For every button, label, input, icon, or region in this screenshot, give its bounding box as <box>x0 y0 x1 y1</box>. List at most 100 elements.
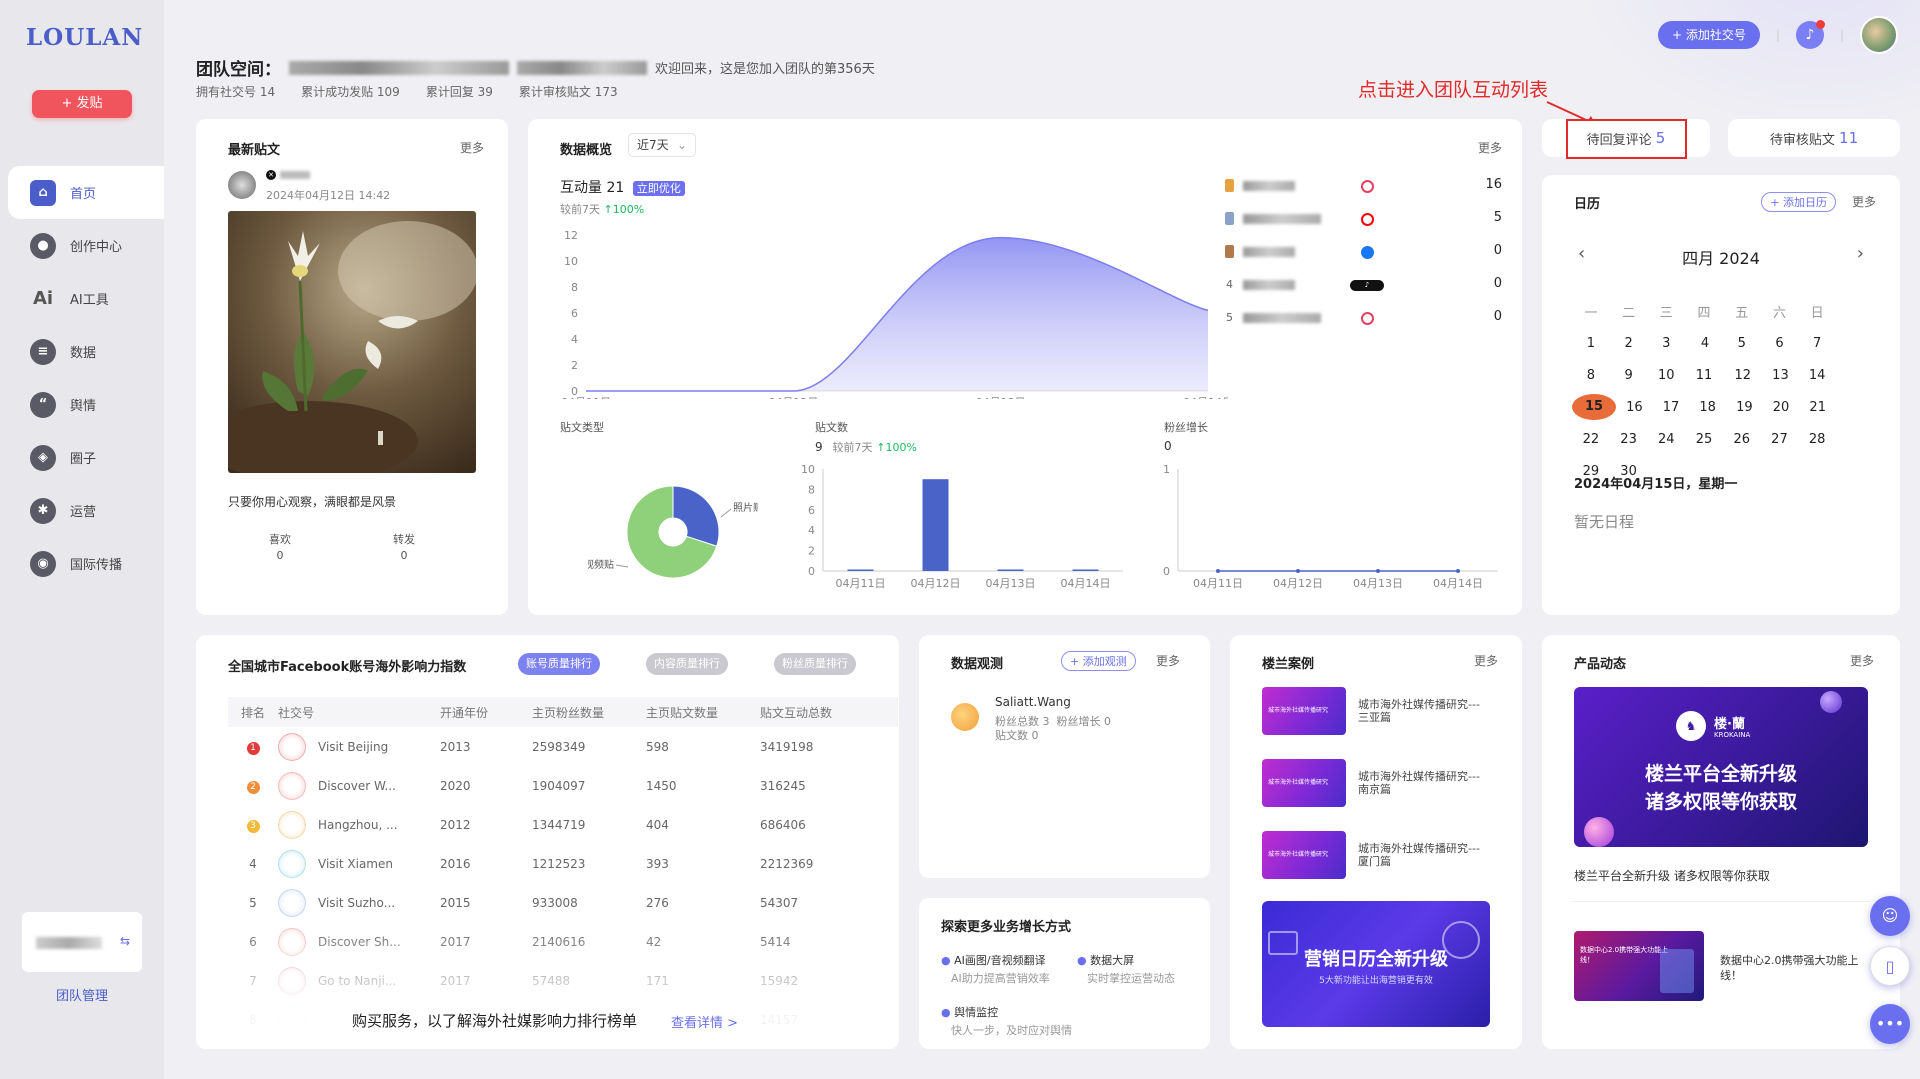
author-avatar[interactable] <box>228 171 256 199</box>
more-link[interactable]: 更多 <box>460 139 484 156</box>
calendar-day[interactable]: 25 <box>1685 432 1723 447</box>
sidebar-item-circle[interactable]: ◈ 圈子 <box>8 431 164 484</box>
screen-graphic <box>1660 949 1694 993</box>
observe-avatar[interactable] <box>951 703 979 731</box>
calendar-upgrade-banner[interactable]: 营销日历全新升级 5大新功能让出海营销更有效 <box>1262 901 1490 1027</box>
tab-content-quality[interactable]: 内容质量排行 <box>646 653 728 675</box>
sidebar-nav: ⌂ 首页 ● 创作中心 Ai AI工具 ≡ 数据 “ 舆情 ◈ 圈子 ✱ 运营 … <box>8 166 164 590</box>
ranking-row[interactable]: 5 <box>1218 210 1508 232</box>
sidebar-item-data[interactable]: ≡ 数据 <box>8 325 164 378</box>
period-value: 近7天 <box>637 138 669 152</box>
calendar-day[interactable]: 7 <box>1798 336 1836 351</box>
view-details-link[interactable]: 查看详情 > <box>671 1012 738 1031</box>
table-row[interactable]: 2 Discover W... 2020 1904097 1450 316245 <box>228 766 898 805</box>
calendar-day[interactable]: 11 <box>1685 368 1723 383</box>
calendar-day[interactable]: 6 <box>1761 336 1799 351</box>
y-tick-label: 0 <box>808 565 815 578</box>
rank-cell: 1 <box>228 739 278 755</box>
calendar-day[interactable]: 16 <box>1616 400 1653 415</box>
calendar-day[interactable]: 18 <box>1689 400 1726 415</box>
calendar-day[interactable]: 21 <box>1799 400 1836 415</box>
calendar-day[interactable]: 5 <box>1723 336 1761 351</box>
table-row[interactable]: 3 Hangzhou, ... 2012 1344719 404 686406 <box>228 805 898 844</box>
calendar-day[interactable]: 22 <box>1572 432 1610 447</box>
explore-item-name: 舆情监控 <box>954 1006 999 1019</box>
pending-reviews-button[interactable]: 待审核贴文 11 <box>1728 119 1900 157</box>
ranking-row[interactable]: 50 <box>1218 309 1508 331</box>
calendar-day[interactable]: 24 <box>1647 432 1685 447</box>
pending-replies-button[interactable]: 待回复评论 5 <box>1542 119 1710 159</box>
sidebar-item-international[interactable]: ◉ 国际传播 <box>8 537 164 590</box>
sidebar-item-home[interactable]: ⌂ 首页 <box>8 166 164 219</box>
explore-item-monitor[interactable]: ● 舆情监控 快人一步，及时应对舆情 <box>941 1004 1072 1038</box>
explore-item-ai[interactable]: ● AI画图/音视频翻译 AI助力提高营销效率 <box>941 952 1050 986</box>
calendar-day[interactable]: 1 <box>1572 336 1610 351</box>
product-thumbnail[interactable]: 数据中心2.0携带强大功能上线！ <box>1574 931 1704 1001</box>
case-item[interactable]: 城市海外社媒传播研究 城市海外社媒传播研究---厦门篇 <box>1262 831 1488 879</box>
calendar-day[interactable]: 2 <box>1610 336 1648 351</box>
ranking-row[interactable]: 0 <box>1218 243 1508 265</box>
mobile-icon[interactable]: ▯ <box>1870 946 1910 986</box>
thumb-text: 数据中心2.0携带强大功能上线！ <box>1580 946 1669 964</box>
more-options-icon[interactable]: ••• <box>1870 1004 1910 1044</box>
sidebar-item-creation[interactable]: ● 创作中心 <box>8 219 164 272</box>
calendar-day[interactable]: 4 <box>1685 336 1723 351</box>
add-observe-button[interactable]: + 添加观测 <box>1061 651 1136 671</box>
calendar-day[interactable]: 15 <box>1572 394 1616 420</box>
robot-assistant-icon[interactable]: ☺ <box>1870 896 1910 936</box>
calendar-day[interactable]: 13 <box>1761 368 1799 383</box>
more-link[interactable]: 更多 <box>1478 139 1502 156</box>
team-manage-link[interactable]: 团队管理 <box>0 985 164 1004</box>
more-link[interactable]: 更多 <box>1156 652 1180 669</box>
sidebar-item-operation[interactable]: ✱ 运营 <box>8 484 164 537</box>
add-social-account-button[interactable]: + 添加社交号 <box>1658 21 1760 49</box>
tab-fan-quality[interactable]: 粉丝质量排行 <box>774 653 856 675</box>
calendar-day[interactable]: 23 <box>1610 432 1648 447</box>
swap-icon[interactable]: ⇆ <box>120 934 130 948</box>
tab-account-quality[interactable]: 账号质量排行 <box>518 653 600 675</box>
day-number: 6 <box>1775 335 1784 351</box>
calendar-day[interactable]: 28 <box>1798 432 1836 447</box>
explore-item-dashboard[interactable]: ● 数据大屏 实时掌控运营动态 <box>1077 952 1175 986</box>
up-arrow-icon: ↑ <box>603 203 613 216</box>
calendar-day[interactable]: 12 <box>1723 368 1761 383</box>
table-row[interactable]: 1 Visit Beijing 2013 2598349 598 3419198 <box>228 727 898 766</box>
calendar-day[interactable]: 17 <box>1653 400 1690 415</box>
new-post-button[interactable]: + 发贴 <box>32 90 132 118</box>
team-switcher[interactable]: ⇆ <box>22 912 142 972</box>
table-row[interactable]: 4 Visit Xiamen 2016 1212523 393 2212369 <box>228 844 898 883</box>
more-link[interactable]: 更多 <box>1850 652 1874 669</box>
period-select[interactable]: 近7天 ⌄ <box>628 133 696 157</box>
sidebar-item-sentiment[interactable]: “ 舆情 <box>8 378 164 431</box>
calendar-day[interactable]: 27 <box>1761 432 1799 447</box>
add-calendar-button[interactable]: + 添加日历 <box>1761 192 1836 212</box>
ranking-row[interactable]: 4 ♪ 0 <box>1218 276 1508 298</box>
palette-icon: ● <box>30 232 56 259</box>
column-header: 排名 <box>240 705 265 720</box>
case-item[interactable]: 城市海外社媒传播研究 城市海外社媒传播研究---南京篇 <box>1262 759 1488 807</box>
calendar-day[interactable]: 3 <box>1647 336 1685 351</box>
sidebar-item-ai-tools[interactable]: Ai AI工具 <box>8 272 164 325</box>
calendar-day[interactable]: 14 <box>1798 368 1836 383</box>
calendar-day[interactable]: 8 <box>1572 368 1610 383</box>
calendar-day[interactable]: 20 <box>1763 400 1800 415</box>
optimize-badge[interactable]: 立即优化 <box>632 181 685 196</box>
user-avatar[interactable] <box>1860 16 1898 54</box>
post-image[interactable] <box>228 211 476 473</box>
calendar-day[interactable]: 9 <box>1610 368 1648 383</box>
calendar-day[interactable]: 26 <box>1723 432 1761 447</box>
more-link[interactable]: 更多 <box>1474 652 1498 669</box>
ranking-row[interactable]: 16 <box>1218 177 1508 199</box>
team-name-redacted <box>36 937 102 949</box>
bell-icon[interactable]: ♪ <box>1795 20 1825 49</box>
brand-logo[interactable]: LOULAN <box>26 24 143 51</box>
more-link[interactable]: 更多 <box>1852 193 1876 210</box>
calendar-day[interactable]: 10 <box>1647 368 1685 383</box>
product-banner[interactable]: ♞ 楼·蘭 KROKAINA 楼兰平台全新升级 诸多权限等你获取 <box>1574 687 1868 847</box>
table-row[interactable]: 5 Visit Suzho... 2015 933008 276 54307 <box>228 883 898 922</box>
calendar-day[interactable]: 19 <box>1726 400 1763 415</box>
case-item[interactable]: 城市海外社媒传播研究 城市海外社媒传播研究---三亚篇 <box>1262 687 1488 735</box>
page-title: 团队空间： <box>196 60 281 80</box>
next-month-icon[interactable]: › <box>1857 243 1864 264</box>
stat-replies: 累计回复 39 <box>425 85 493 99</box>
